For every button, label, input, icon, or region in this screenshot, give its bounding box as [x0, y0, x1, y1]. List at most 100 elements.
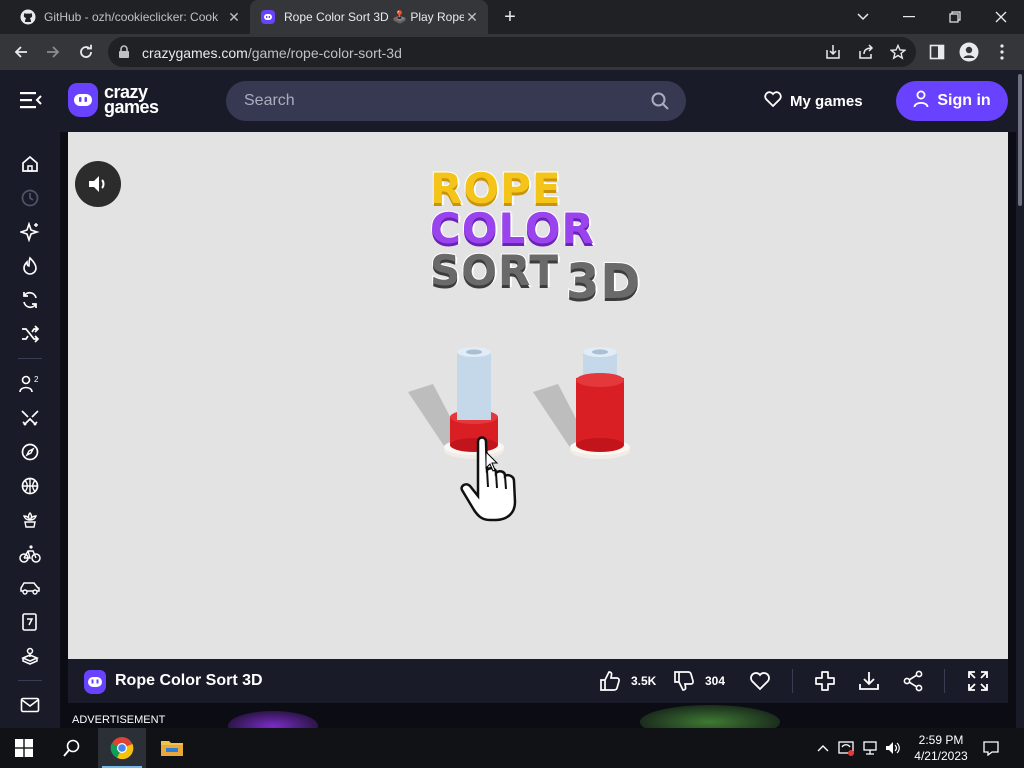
user-icon [913, 90, 929, 113]
new-icon[interactable] [18, 220, 42, 244]
mail-icon[interactable] [18, 693, 42, 717]
security-tray-icon[interactable] [838, 740, 854, 756]
my-games-link[interactable]: My games [764, 91, 863, 111]
thumbs-up-icon[interactable] [598, 669, 622, 693]
search-placeholder: Search [244, 92, 295, 109]
address-bar[interactable]: crazygames.com/game/rope-color-sort-3d [108, 37, 916, 67]
random-icon[interactable] [18, 322, 42, 346]
rope-spools-scene [408, 347, 630, 522]
tab-search-icon[interactable] [840, 0, 886, 34]
windows-taskbar: 2:59 PM 4/21/2023 [0, 728, 1024, 768]
sidebar-divider [18, 358, 42, 359]
github-icon [20, 9, 36, 25]
profile-icon[interactable] [956, 39, 982, 65]
side-panel-icon[interactable] [924, 39, 950, 65]
action-icon[interactable] [18, 406, 42, 430]
chrome-taskbar-icon[interactable] [98, 728, 146, 768]
file-explorer-icon[interactable] [148, 728, 196, 768]
share-icon[interactable] [856, 42, 876, 62]
advertisement-label: ADVERTISEMENT [72, 714, 166, 726]
ad-graphic [228, 711, 318, 728]
bookmark-star-icon[interactable] [888, 42, 908, 62]
clicker-icon[interactable] [18, 644, 42, 668]
volume-icon[interactable] [885, 740, 901, 756]
sign-in-button[interactable]: Sign in [896, 81, 1008, 121]
sound-toggle-button[interactable] [75, 161, 121, 207]
close-tab-icon[interactable]: ✕ [464, 9, 480, 25]
crazygames-icon [260, 9, 276, 25]
download-icon[interactable] [857, 669, 881, 693]
thumbs-down-icon[interactable] [672, 669, 696, 693]
url-text: crazygames.com/game/rope-color-sort-3d [142, 45, 402, 61]
scroll-thumb[interactable] [1018, 74, 1022, 206]
share-icon[interactable] [901, 669, 925, 693]
taskbar-clock[interactable]: 2:59 PM 4/21/2023 [906, 732, 976, 764]
lock-icon[interactable] [118, 45, 130, 64]
sidebar-divider [18, 680, 42, 681]
car-icon[interactable] [18, 576, 42, 600]
game-title: Rope Color Sort 3D [115, 672, 263, 689]
speaker-icon [89, 176, 105, 192]
bike-icon[interactable] [18, 542, 42, 566]
my-games-label: My games [790, 92, 863, 110]
minimize-icon[interactable] [886, 0, 932, 34]
crazygames-logo-icon [68, 83, 98, 117]
restore-icon[interactable] [932, 0, 978, 34]
forward-icon[interactable] [40, 39, 66, 65]
spool-shadow [533, 384, 583, 452]
site-header: crazy games Search My games Sign in [0, 70, 1016, 132]
gamepad-icon[interactable] [813, 669, 837, 693]
heart-icon [764, 91, 782, 111]
recent-icon[interactable] [18, 186, 42, 210]
likes-count: 3.5K [631, 674, 657, 688]
browser-tab-strip: GitHub - ozh/cookieclicker: Cook ✕ Rope … [0, 0, 1024, 34]
browser-toolbar: crazygames.com/game/rope-color-sort-3d [0, 34, 1024, 70]
clock-time: 2:59 PM [918, 733, 964, 747]
home-icon[interactable] [18, 152, 42, 176]
network-icon[interactable] [862, 740, 878, 756]
title-art-3d: 3D [565, 253, 642, 311]
page-scrollbar[interactable] [1016, 70, 1024, 728]
tab-rope-color-sort[interactable]: Rope Color Sort 3D 🕹️ Play Rope ✕ [250, 0, 488, 34]
new-tab-button[interactable]: + [500, 7, 520, 27]
dislikes-count: 304 [705, 674, 726, 688]
show-hidden-icons-chevron-icon[interactable] [815, 740, 831, 756]
crazygames-logo[interactable]: crazy games [68, 83, 159, 117]
game-canvas[interactable]: ROPE COLOR SORT 3D [68, 132, 1008, 659]
adventure-icon[interactable] [18, 440, 42, 464]
category-sidebar: 2 [0, 132, 60, 728]
logo-wordmark: crazy games [104, 82, 159, 117]
menu-toggle-icon[interactable] [20, 90, 42, 115]
reload-icon[interactable] [73, 39, 99, 65]
toolbar-separator [944, 669, 945, 693]
close-window-icon[interactable] [978, 0, 1024, 34]
svg-text:2: 2 [34, 375, 39, 384]
basketball-icon[interactable] [18, 474, 42, 498]
search-icon[interactable] [48, 728, 96, 768]
install-icon[interactable] [823, 42, 843, 62]
back-icon[interactable] [8, 39, 34, 65]
trending-icon[interactable] [18, 254, 42, 278]
two-player-icon[interactable]: 2 [18, 372, 42, 396]
advertisement-area[interactable]: ADVERTISEMENT [60, 703, 1016, 728]
close-tab-icon[interactable]: ✕ [226, 9, 242, 25]
windows-start-icon[interactable] [0, 728, 48, 768]
search-input[interactable]: Search [226, 81, 686, 121]
title-art-sort: SORT [429, 245, 560, 296]
tab-github[interactable]: GitHub - ozh/cookieclicker: Cook ✕ [12, 0, 250, 34]
fullscreen-icon[interactable] [966, 669, 990, 693]
clock-date: 4/21/2023 [914, 749, 968, 763]
sign-in-label: Sign in [937, 92, 991, 109]
notifications-icon[interactable] [983, 740, 999, 756]
card-icon[interactable] [18, 610, 42, 634]
toolbar-separator [792, 669, 793, 693]
crazygames-logo-icon [84, 670, 106, 694]
menu-kebab-icon[interactable] [989, 39, 1015, 65]
game-title-art: ROPE COLOR SORT 3D [426, 163, 656, 314]
favorite-heart-icon[interactable] [748, 669, 772, 693]
updated-icon[interactable] [18, 288, 42, 312]
right-spool [570, 347, 630, 459]
ad-graphic [640, 705, 780, 728]
beauty-icon[interactable] [18, 508, 42, 532]
search-icon[interactable] [650, 91, 670, 116]
